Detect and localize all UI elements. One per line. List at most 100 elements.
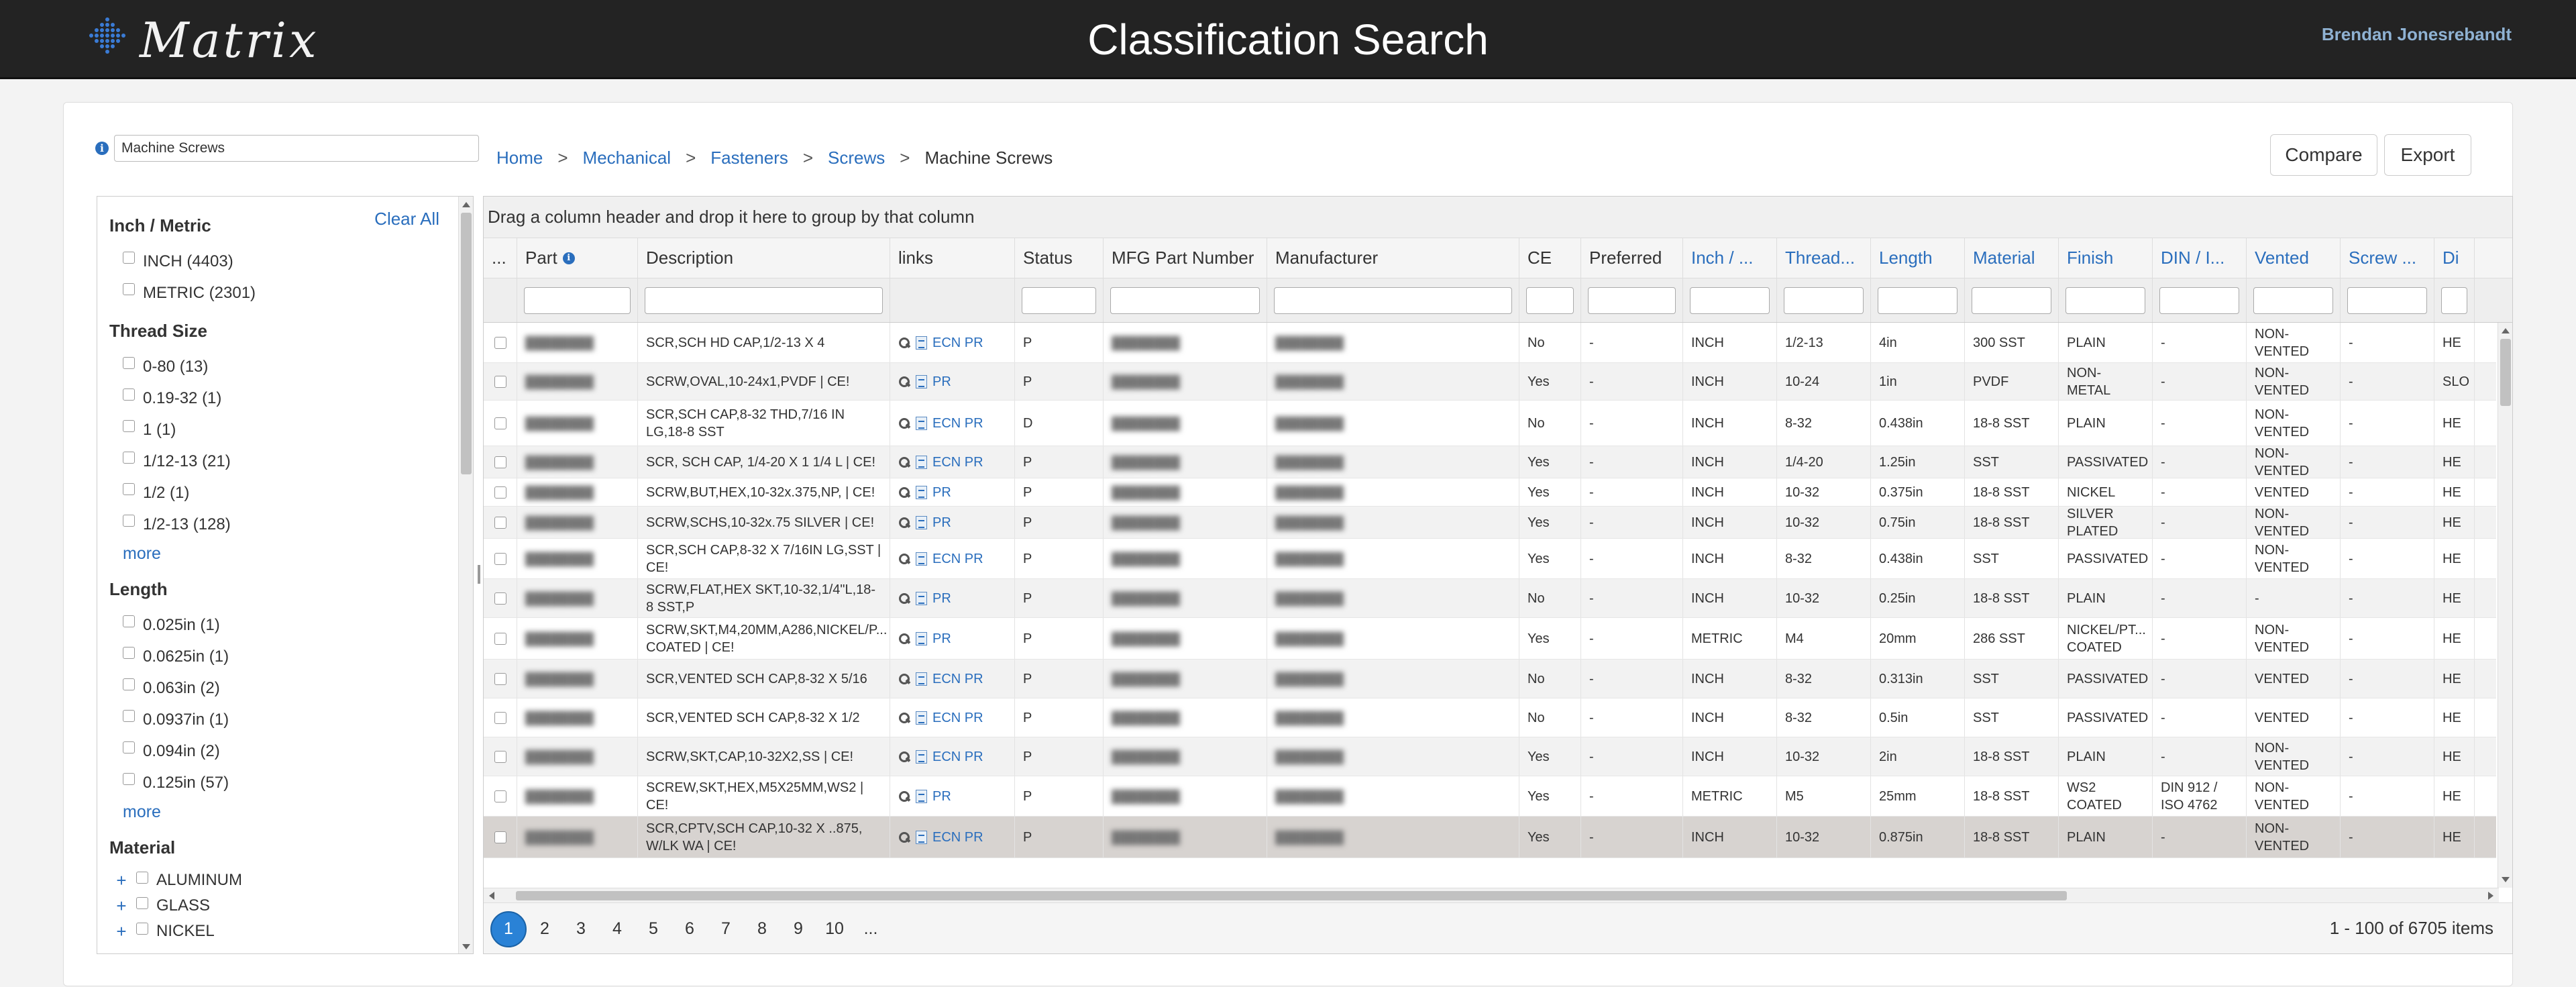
- page-button-7[interactable]: 7: [708, 911, 744, 947]
- user-name-link[interactable]: Brendan Jonesrebandt: [2322, 24, 2512, 45]
- facet-checkbox[interactable]: [136, 897, 148, 909]
- column-filter-input[interactable]: [2065, 287, 2145, 314]
- facet-checkbox[interactable]: [123, 282, 135, 295]
- magnifier-icon[interactable]: [898, 486, 910, 499]
- column-header-6[interactable]: Manufacturer: [1267, 238, 1519, 278]
- grid-horizontal-scrollbar[interactable]: [484, 888, 2499, 902]
- column-filter-input[interactable]: [1972, 287, 2051, 314]
- facet-option[interactable]: 1/12-13 (21): [109, 446, 447, 477]
- facet-checkbox[interactable]: [123, 356, 135, 369]
- column-header-7[interactable]: CE: [1519, 238, 1581, 278]
- page-button-9[interactable]: 9: [780, 911, 816, 947]
- links-label[interactable]: ECN PR: [932, 454, 983, 471]
- magnifier-icon[interactable]: [898, 592, 910, 605]
- links-label[interactable]: ECN PR: [932, 709, 983, 727]
- column-header-9[interactable]: Inch / ...: [1683, 238, 1777, 278]
- magnifier-icon[interactable]: [898, 456, 910, 468]
- facet-option[interactable]: 0.0625in (1): [109, 641, 447, 672]
- links-label[interactable]: PR: [932, 484, 951, 501]
- table-row[interactable]: ████████ SCR, SCH CAP, 1/4-20 X 1 1/4 L |…: [484, 446, 2496, 478]
- table-row[interactable]: ████████ SCRW,FLAT,HEX SKT,10-32,1/4"L,18…: [484, 579, 2496, 618]
- table-row[interactable]: ████████ SCR,VENTED SCH CAP,8-32 X 1/2 ECN…: [484, 698, 2496, 737]
- magnifier-icon[interactable]: [898, 751, 910, 763]
- info-icon[interactable]: i: [95, 142, 109, 155]
- facet-option[interactable]: INCH (4403): [109, 246, 447, 277]
- column-filter-input[interactable]: [1526, 287, 1574, 314]
- facet-option[interactable]: 0.025in (1): [109, 609, 447, 641]
- facet-checkbox[interactable]: [123, 482, 135, 495]
- links-label[interactable]: ECN PR: [932, 748, 983, 766]
- document-icon[interactable]: [916, 515, 927, 529]
- document-icon[interactable]: [916, 485, 927, 499]
- links-label[interactable]: PR: [932, 514, 951, 531]
- document-icon[interactable]: [916, 455, 927, 469]
- links-label[interactable]: ECN PR: [932, 334, 983, 352]
- column-filter-input[interactable]: [1022, 287, 1096, 314]
- column-header-15[interactable]: Vented: [2247, 238, 2341, 278]
- column-header-14[interactable]: DIN / I...: [2153, 238, 2247, 278]
- facet-option[interactable]: + GLASS: [109, 893, 447, 919]
- links-label[interactable]: ECN PR: [932, 415, 983, 432]
- expand-plus-icon[interactable]: +: [109, 896, 133, 917]
- column-header-8[interactable]: Preferred: [1581, 238, 1683, 278]
- scrollbar-thumb[interactable]: [461, 213, 472, 474]
- column-filter-input[interactable]: [1690, 287, 1770, 314]
- document-icon[interactable]: [916, 749, 927, 764]
- column-header-16[interactable]: Screw ...: [2341, 238, 2434, 278]
- panel-splitter[interactable]: [478, 565, 480, 584]
- column-filter-input[interactable]: [1110, 287, 1260, 314]
- facet-checkbox[interactable]: [123, 772, 135, 785]
- page-button-1[interactable]: 1: [490, 911, 527, 947]
- column-header-4[interactable]: Status: [1015, 238, 1104, 278]
- column-header-17[interactable]: Di: [2434, 238, 2475, 278]
- facet-option[interactable]: 0.0937in (1): [109, 704, 447, 735]
- facet-checkbox[interactable]: [136, 923, 148, 935]
- facet-checkbox[interactable]: [123, 646, 135, 659]
- grid-vertical-scrollbar[interactable]: [2498, 323, 2512, 888]
- expand-plus-icon[interactable]: +: [109, 921, 133, 942]
- table-row[interactable]: ████████ SCREW,SKT,HEX,M5X25MM,WS2 | CE! P…: [484, 776, 2496, 817]
- column-header-5[interactable]: MFG Part Number: [1104, 238, 1267, 278]
- column-filter-input[interactable]: [2347, 287, 2427, 314]
- links-label[interactable]: PR: [932, 788, 951, 805]
- document-icon[interactable]: [916, 631, 927, 645]
- scroll-down-icon[interactable]: [462, 944, 470, 949]
- table-row[interactable]: ████████ SCRW,SKT,M4,20MM,A286,NICKEL/P..…: [484, 618, 2496, 660]
- info-icon[interactable]: i: [562, 252, 575, 264]
- column-filter-input[interactable]: [524, 287, 631, 314]
- magnifier-icon[interactable]: [898, 633, 910, 645]
- page-button-2[interactable]: 2: [527, 911, 563, 947]
- facet-checkbox[interactable]: [123, 419, 135, 432]
- row-checkbox[interactable]: [494, 592, 506, 605]
- magnifier-icon[interactable]: [898, 831, 910, 843]
- facet-checkbox[interactable]: [123, 741, 135, 754]
- column-filter-input[interactable]: [645, 287, 883, 314]
- compare-button[interactable]: Compare: [2270, 134, 2377, 176]
- document-icon[interactable]: [916, 789, 927, 803]
- document-icon[interactable]: [916, 552, 927, 566]
- magnifier-icon[interactable]: [898, 337, 910, 349]
- facet-checkbox[interactable]: [123, 251, 135, 264]
- table-row[interactable]: ████████ SCR,VENTED SCH CAP,8-32 X 5/16 EC…: [484, 660, 2496, 698]
- facet-option[interactable]: 0-80 (13): [109, 351, 447, 382]
- facet-option[interactable]: METRIC (2301): [109, 277, 447, 309]
- facet-checkbox[interactable]: [123, 709, 135, 722]
- document-icon[interactable]: [916, 591, 927, 605]
- document-icon[interactable]: [916, 416, 927, 430]
- facet-more-link[interactable]: more: [123, 798, 447, 825]
- row-checkbox[interactable]: [494, 711, 506, 724]
- facet-checkbox[interactable]: [123, 388, 135, 401]
- page-button-3[interactable]: 3: [563, 911, 599, 947]
- magnifier-icon[interactable]: [898, 790, 910, 802]
- document-icon[interactable]: [916, 672, 927, 686]
- column-header-3[interactable]: links: [890, 238, 1015, 278]
- table-row[interactable]: ████████ SCR,CPTV,SCH CAP,10-32 X ..875, …: [484, 817, 2496, 858]
- facet-checkbox[interactable]: [136, 872, 148, 884]
- page-button-11[interactable]: ...: [853, 911, 889, 947]
- facet-option[interactable]: 0.19-32 (1): [109, 382, 447, 414]
- breadcrumb-fasteners[interactable]: Fasteners: [710, 148, 788, 168]
- magnifier-icon[interactable]: [898, 376, 910, 388]
- table-row[interactable]: ████████ SCRW,SKT,CAP,10-32X2,SS | CE! ECN…: [484, 737, 2496, 776]
- row-checkbox[interactable]: [494, 516, 506, 529]
- scrollbar-thumb[interactable]: [2500, 339, 2511, 406]
